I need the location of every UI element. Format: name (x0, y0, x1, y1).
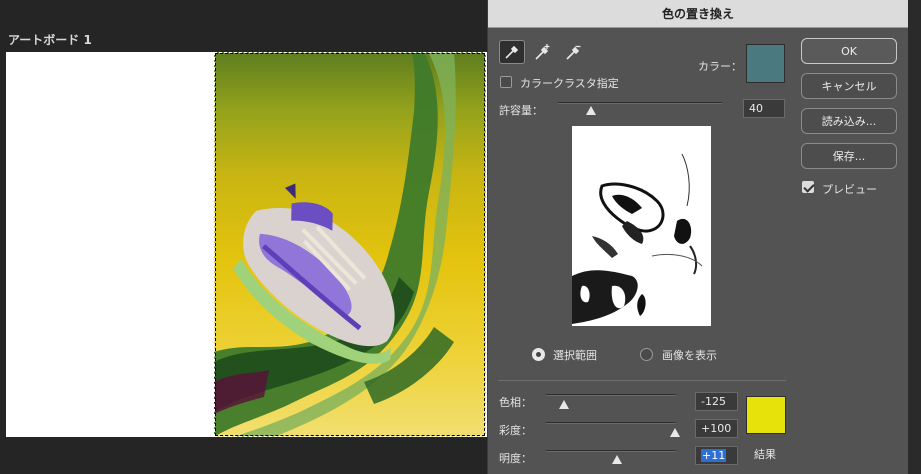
lightness-value-text: +11 (701, 449, 727, 462)
saturation-label: 彩度： (499, 424, 532, 437)
hue-slider-track[interactable] (546, 394, 676, 396)
eyedropper-tool[interactable] (499, 40, 525, 64)
result-label: 結果 (754, 448, 776, 461)
fuzziness-slider-thumb[interactable] (585, 106, 596, 115)
fuzziness-label: 許容量： (499, 104, 543, 117)
saturation-slider-track[interactable] (546, 422, 676, 424)
preview-label: プレビュー (822, 183, 877, 196)
mask-preview-image (572, 153, 703, 324)
subtract-from-sample-tool[interactable] (561, 40, 587, 64)
selection-preview (572, 126, 711, 326)
eyedropper-icon (505, 45, 519, 59)
fuzziness-input[interactable]: 40 (743, 99, 785, 118)
eyedropper-minus-icon (566, 45, 581, 60)
panel-edge (908, 0, 921, 474)
section-divider (498, 380, 786, 381)
cancel-button[interactable]: キャンセル (801, 73, 897, 99)
localized-color-clusters-label: カラークラスタ指定 (520, 77, 619, 90)
localized-color-clusters-checkbox[interactable] (500, 76, 512, 88)
hue-label: 色相： (499, 396, 532, 409)
lightness-slider-track[interactable] (546, 450, 676, 452)
eyedropper-plus-icon (535, 44, 550, 60)
saturation-input[interactable]: +100 (695, 419, 738, 438)
result-color-swatch[interactable] (746, 396, 786, 434)
sample-color-swatch[interactable] (746, 44, 785, 83)
artboard-label: アートボード 1 (8, 33, 92, 47)
add-to-sample-tool[interactable] (530, 40, 556, 64)
lightness-slider-thumb[interactable] (612, 455, 622, 464)
ok-button[interactable]: OK (801, 38, 897, 64)
saturation-slider-thumb[interactable] (670, 428, 680, 437)
dialog-title: 色の置き換え (488, 0, 908, 28)
selection-view-label: 選択範囲 (553, 349, 597, 362)
hue-input[interactable]: -125 (695, 392, 738, 411)
preview-checkbox[interactable] (802, 181, 814, 193)
lightness-label: 明度： (499, 452, 532, 465)
load-button[interactable]: 読み込み... (801, 108, 897, 134)
image-view-label: 画像を表示 (662, 349, 717, 362)
image-view-radio[interactable] (640, 348, 653, 361)
selection-view-radio[interactable] (532, 348, 545, 361)
replace-color-dialog: 色の置き換え カラークラスタ指定 カラー： 許容量： 40 選択範囲 画像を表示… (487, 0, 908, 474)
selection-marquee (214, 52, 486, 437)
lightness-input[interactable]: +11 (695, 446, 738, 465)
fuzziness-slider-track[interactable] (558, 102, 722, 104)
color-label: カラー： (698, 60, 742, 73)
hue-slider-thumb[interactable] (559, 400, 569, 409)
save-button[interactable]: 保存... (801, 143, 897, 169)
